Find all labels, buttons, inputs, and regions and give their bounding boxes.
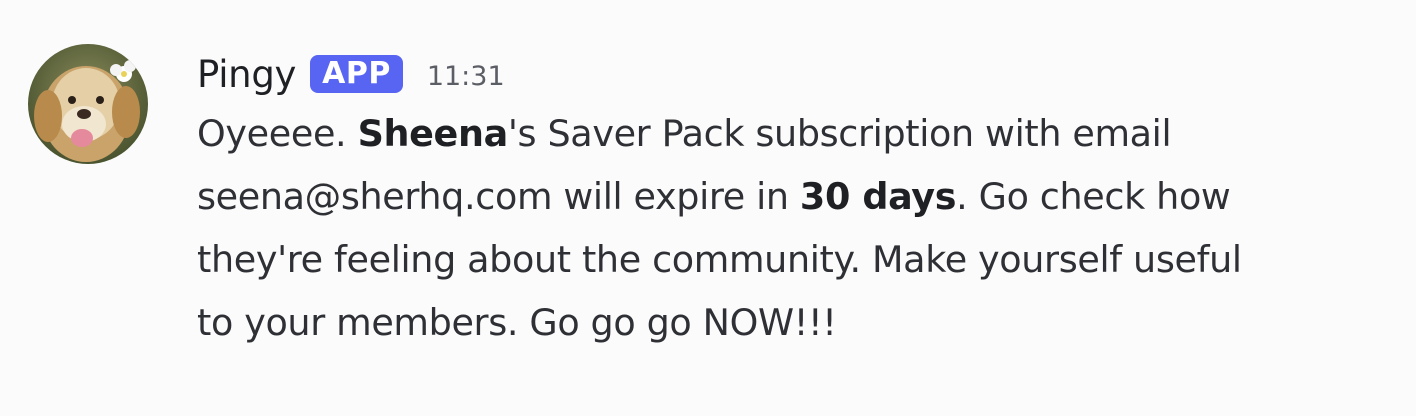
chat-message: Pingy APP 11:31 Oyeeee. Sheena's Saver P… [0,0,1416,416]
avatar[interactable] [28,44,148,164]
bold-duration: 30 days [799,175,957,218]
app-badge: APP [310,55,403,93]
author-name[interactable]: Pingy [197,53,296,96]
message-line: they're feeling about the community. Mak… [197,228,1397,291]
text-segment: seena@sherhq.com will expire in [197,175,800,218]
dog-avatar-icon [28,44,148,164]
text-segment: Oyeeee. [197,112,358,155]
text-segment: . Go check how [956,175,1231,218]
message-body: Oyeeee. Sheena's Saver Pack subscription… [197,102,1397,354]
text-segment: to your members. Go go go NOW!!! [197,301,837,344]
message-line: seena@sherhq.com will expire in 30 days.… [197,165,1397,228]
message-line: Oyeeee. Sheena's Saver Pack subscription… [197,102,1397,165]
message-content: Pingy APP 11:31 Oyeeee. Sheena's Saver P… [197,46,1397,354]
timestamp[interactable]: 11:31 [427,61,505,92]
message-line: to your members. Go go go NOW!!! [197,291,1397,354]
text-segment: 's Saver Pack subscription with email [507,112,1172,155]
text-segment: they're feeling about the community. Mak… [197,238,1242,281]
bold-mention: Sheena [357,112,509,155]
message-header: Pingy APP 11:31 [197,46,1397,102]
